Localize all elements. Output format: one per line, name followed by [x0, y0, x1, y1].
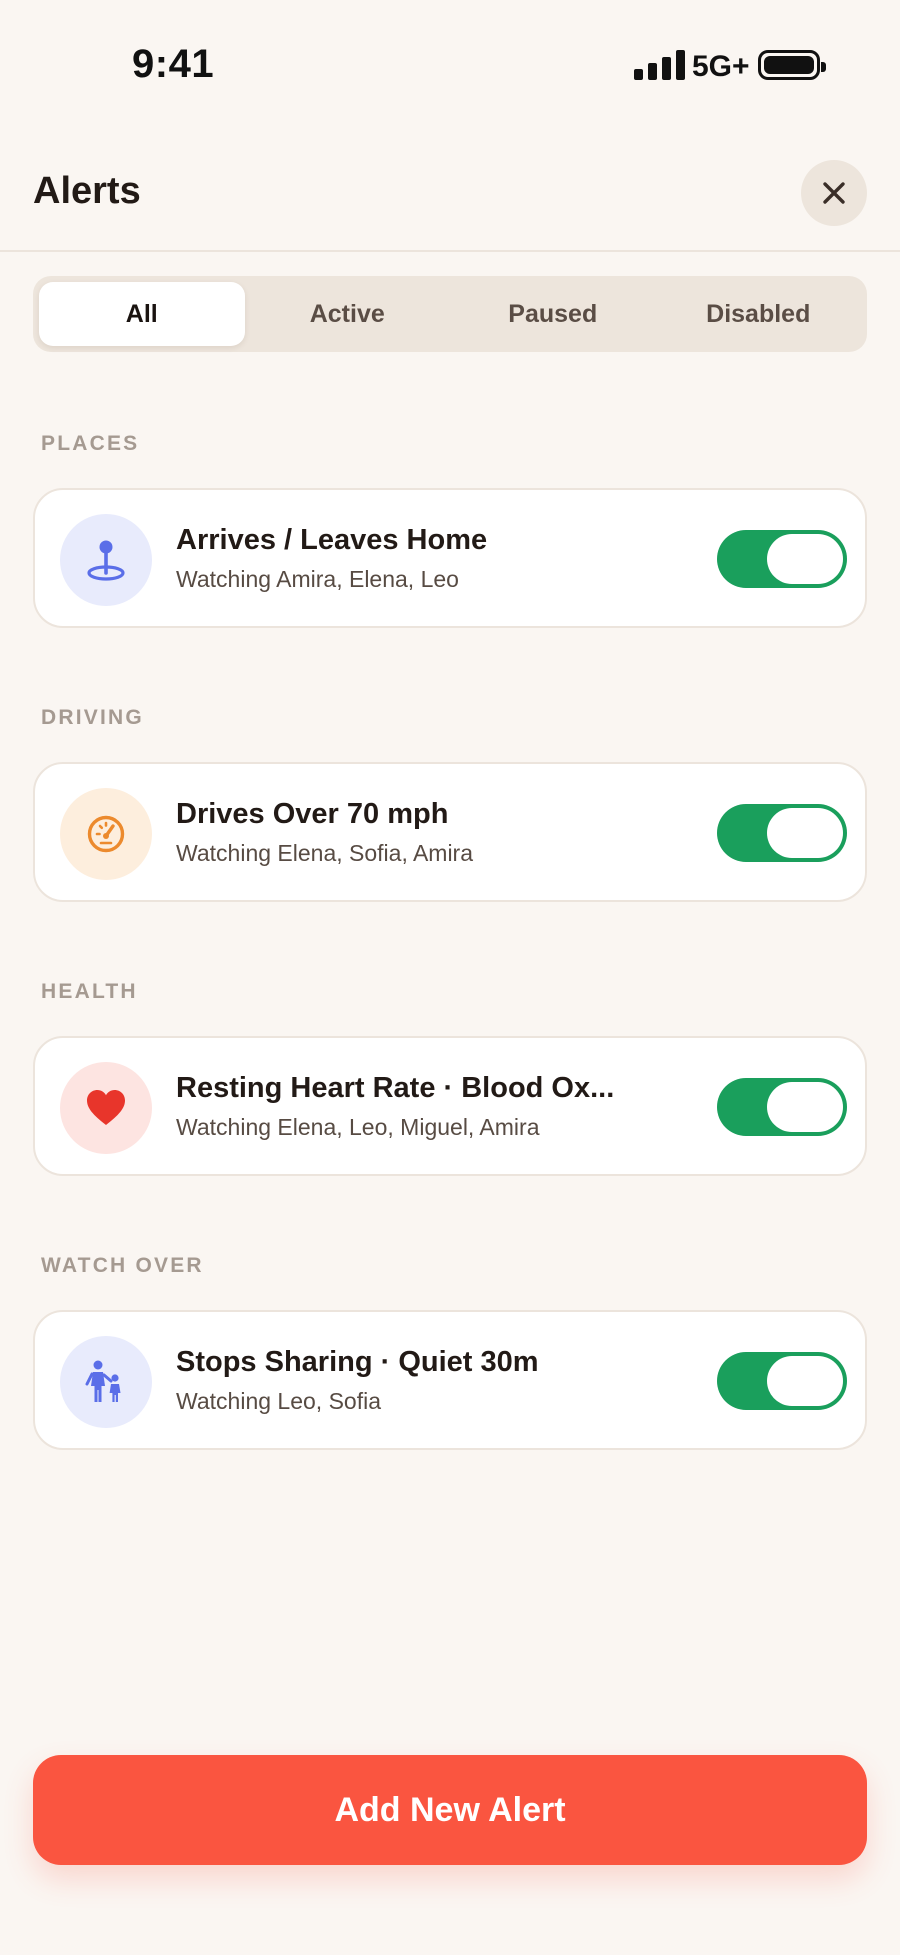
tab-paused[interactable]: Paused [450, 282, 656, 346]
close-icon [823, 182, 845, 204]
alert-title: Drives Over 70 mph [176, 798, 449, 830]
header: Alerts [0, 130, 900, 252]
status-bar: 9:41 5G+ [0, 0, 900, 130]
tab-all[interactable]: All [39, 282, 245, 346]
heart-icon [87, 1090, 125, 1125]
speedometer-icon [87, 815, 125, 853]
add-new-alert-button[interactable]: Add New Alert [33, 1755, 867, 1865]
signal-icon [634, 50, 686, 80]
alert-subtitle: Watching Leo, Sofia [176, 1388, 381, 1414]
alert-card-driving[interactable]: Drives Over 70 mph Watching Elena, Sofia… [33, 762, 867, 902]
alert-card-places[interactable]: Arrives / Leaves Home Watching Amira, El… [33, 488, 867, 628]
alert-icon-badge [60, 514, 152, 606]
page-title: Alerts [33, 170, 141, 212]
alert-icon-badge [60, 788, 152, 880]
alert-toggle[interactable] [717, 804, 847, 862]
network-type: 5G+ [692, 50, 750, 83]
section-label-driving: DRIVING [41, 706, 144, 729]
alert-icon-badge [60, 1062, 152, 1154]
map-pin-icon [87, 540, 125, 581]
alert-toggle[interactable] [717, 530, 847, 588]
section-label-watch-over: WATCH OVER [41, 1254, 204, 1277]
alert-subtitle: Watching Amira, Elena, Leo [176, 566, 459, 592]
alert-card-health[interactable]: Resting Heart Rate · Blood Ox... Watchin… [33, 1036, 867, 1176]
alert-title: Resting Heart Rate · Blood Ox... [176, 1072, 615, 1104]
alert-card-watch-over[interactable]: Stops Sharing · Quiet 30m Watching Leo, … [33, 1310, 867, 1450]
tab-disabled[interactable]: Disabled [656, 282, 862, 346]
section-label-health: HEALTH [41, 980, 138, 1003]
alert-subtitle: Watching Elena, Leo, Miguel, Amira [176, 1114, 540, 1140]
battery-icon [758, 50, 826, 80]
alert-title: Arrives / Leaves Home [176, 524, 488, 556]
alert-icon-badge [60, 1336, 152, 1428]
filter-tabs: All Active Paused Disabled [33, 276, 867, 352]
alert-toggle[interactable] [717, 1352, 847, 1410]
status-time: 9:41 [132, 42, 215, 86]
close-button[interactable] [801, 160, 867, 226]
section-label-places: PLACES [41, 432, 140, 455]
adult-child-icon [85, 1360, 121, 1402]
tab-active[interactable]: Active [245, 282, 451, 346]
alert-subtitle: Watching Elena, Sofia, Amira [176, 840, 474, 866]
alert-title: Stops Sharing · Quiet 30m [176, 1346, 539, 1378]
alert-toggle[interactable] [717, 1078, 847, 1136]
